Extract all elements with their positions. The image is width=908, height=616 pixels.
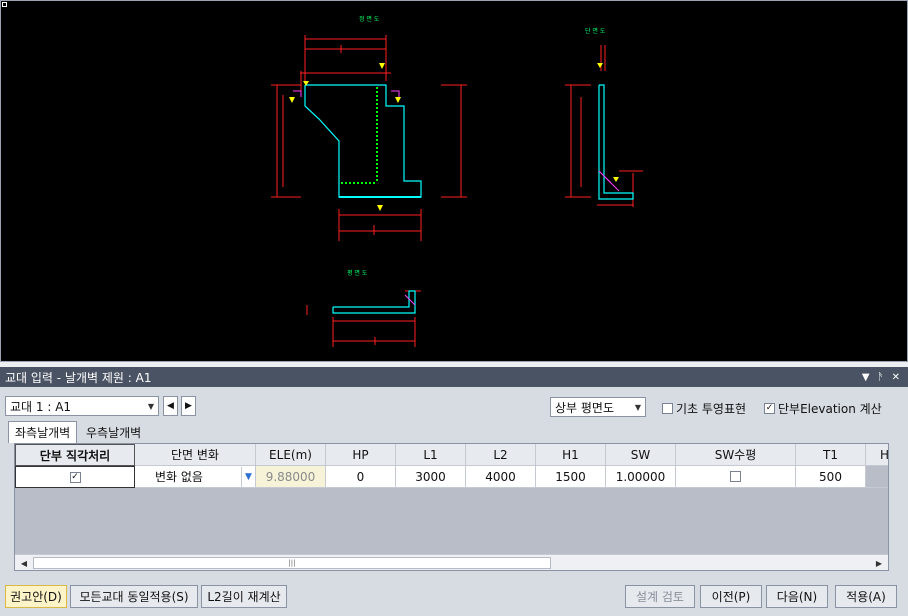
foundation-projection-checkbox[interactable]: 기초 투영표현 <box>662 400 746 417</box>
apply-button[interactable]: 적용(A) <box>835 585 897 608</box>
dropdown-arrow-icon[interactable]: ▼ <box>862 372 870 383</box>
plan-wing-outline <box>332 290 416 314</box>
column-header: SW수평 <box>676 444 796 466</box>
column-header: SW <box>606 444 676 466</box>
horizontal-scrollbar[interactable]: ◀ ||| ▶ <box>15 554 888 570</box>
scroll-thumb[interactable]: ||| <box>33 557 551 569</box>
foundation-projection-label: 기초 투영표현 <box>676 402 747 416</box>
prev-button[interactable]: 이전(P) <box>700 585 762 608</box>
column-header: H <box>866 444 888 466</box>
front-view-title: 정 면 도 <box>359 15 380 23</box>
column-header: 단면 변화 <box>135 444 256 466</box>
t1-cell[interactable]: 500 <box>796 466 866 488</box>
side-view-title: 단 면 도 <box>585 27 606 35</box>
panel-header: 교대 입력 - 날개벽 제원 : A1 ▼ ᚫ ✕ <box>0 367 908 387</box>
ele-cell[interactable]: 9.88000 <box>256 466 326 488</box>
apply-all-abutments-button[interactable]: 모든교대 동일적용(S) <box>70 585 198 608</box>
checkbox-checked-icon[interactable]: ✓ <box>69 471 81 483</box>
panel-title: 교대 입력 - 날개벽 제원 : A1 <box>5 370 152 385</box>
column-header: 단부 직각처리 <box>15 444 135 466</box>
column-header: L1 <box>396 444 466 466</box>
tab-left-wing[interactable]: 좌측날개벽 <box>8 421 78 443</box>
end-elevation-checkbox[interactable]: ✓ 단부Elevation 계산 <box>764 400 882 417</box>
column-header: HP <box>326 444 396 466</box>
abutment-select[interactable]: 교대 1 : A1 ▼ <box>5 396 159 416</box>
end-elevation-label: 단부Elevation 계산 <box>778 402 882 416</box>
column-header: L2 <box>466 444 536 466</box>
next-button[interactable]: 다음(N) <box>766 585 828 608</box>
plan-dimensions <box>306 290 421 347</box>
view-select[interactable]: 상부 평면도 ▼ <box>550 397 646 417</box>
table-row: ✓ 변화 없음 ▼ 9.88000 0 3000 4000 1500 1.000… <box>15 466 888 488</box>
checkbox-checked-icon[interactable]: ✓ <box>764 403 775 414</box>
chevron-down-icon: ▼ <box>634 402 642 412</box>
sw-horizontal-cell[interactable] <box>676 466 796 488</box>
close-icon[interactable]: ✕ <box>892 372 900 383</box>
front-rebar <box>341 87 378 184</box>
scroll-left-icon[interactable]: ◀ <box>17 557 31 569</box>
table-header: 단부 직각처리 단면 변화 ELE(m) HP L1 L2 H1 SW SW수평… <box>15 444 888 466</box>
recalc-l2-button[interactable]: L2길이 재계산 <box>201 585 287 608</box>
tab-left-wing-label: 좌측날개벽 <box>15 426 71 440</box>
checkbox-box[interactable] <box>662 403 673 414</box>
abutment-select-value: 교대 1 : A1 <box>10 399 72 414</box>
pin-icon[interactable]: ᚫ <box>878 372 884 383</box>
tab-right-wing[interactable]: 우측날개벽 <box>80 422 147 442</box>
cad-drawing-view[interactable]: 정 면 도 단 면 도 평 면 도 <box>0 0 908 362</box>
section-change-value: 변화 없음 <box>155 470 203 484</box>
front-magenta-marks <box>293 90 400 97</box>
empty-cell <box>866 466 888 488</box>
checkbox-box[interactable] <box>730 471 741 482</box>
cad-drawing-canvas: 정 면 도 단 면 도 평 면 도 <box>271 15 643 347</box>
end-right-angle-cell[interactable]: ✓ <box>15 466 135 488</box>
hp-cell[interactable]: 0 <box>326 466 396 488</box>
column-header: T1 <box>796 444 866 466</box>
chevron-down-icon: ▼ <box>147 401 155 411</box>
column-header: H1 <box>536 444 606 466</box>
scroll-right-icon[interactable]: ▶ <box>872 557 886 569</box>
l1-cell[interactable]: 3000 <box>396 466 466 488</box>
l2-cell[interactable]: 4000 <box>466 466 536 488</box>
front-top-dimensions <box>271 35 467 241</box>
next-abutment-button[interactable]: ▶ <box>181 396 196 416</box>
h1-cell[interactable]: 1500 <box>536 466 606 488</box>
plan-view-title: 평 면 도 <box>347 269 368 277</box>
plan-magenta-marks <box>404 294 416 306</box>
view-select-value: 상부 평면도 <box>555 400 615 415</box>
column-header: ELE(m) <box>256 444 326 466</box>
chevron-down-icon[interactable]: ▼ <box>241 466 255 487</box>
front-abutment-outline <box>304 84 422 198</box>
section-change-cell[interactable]: 변화 없음 ▼ <box>135 466 256 488</box>
sw-cell[interactable]: 1.00000 <box>606 466 676 488</box>
prev-abutment-button[interactable]: ◀ <box>163 396 178 416</box>
design-check-button[interactable]: 설계 검토 <box>625 585 695 608</box>
side-level-markers <box>597 63 619 182</box>
recommend-button[interactable]: 권고안(D) <box>5 585 67 608</box>
wing-wall-table: 단부 직각처리 단면 변화 ELE(m) HP L1 L2 H1 SW SW수평… <box>14 443 889 571</box>
tab-right-wing-label: 우측날개벽 <box>86 426 142 440</box>
